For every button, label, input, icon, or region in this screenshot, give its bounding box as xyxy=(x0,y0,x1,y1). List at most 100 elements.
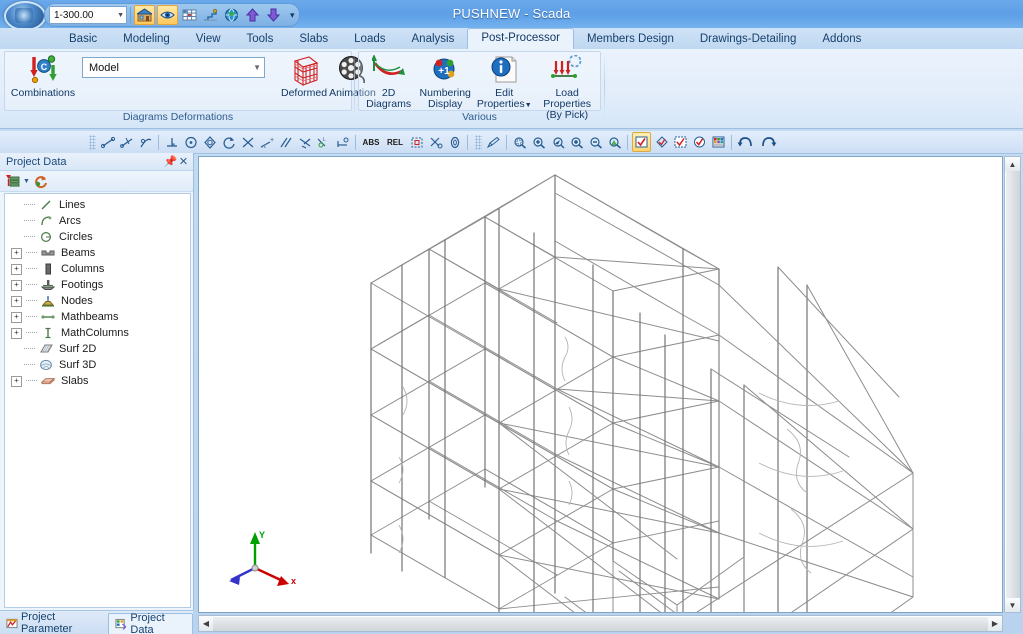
horizontal-scroll-thumb[interactable] xyxy=(213,616,988,631)
node-snap[interactable] xyxy=(201,133,218,151)
tree-item-footings[interactable]: + Footings xyxy=(5,277,190,293)
intersection-snap[interactable] xyxy=(239,133,256,151)
center-snap[interactable] xyxy=(182,133,199,151)
tab-modeling[interactable]: Modeling xyxy=(110,29,183,49)
tab-view[interactable]: View xyxy=(183,29,234,49)
scroll-right-arrow-icon[interactable]: ▶ xyxy=(988,616,1002,631)
scroll-down-arrow-icon[interactable]: ▼ xyxy=(1005,598,1020,612)
edit-pencil-button[interactable] xyxy=(485,133,502,151)
tab-slabs[interactable]: Slabs xyxy=(286,29,341,49)
tree-item-lines[interactable]: Lines xyxy=(5,197,190,213)
tab-basic[interactable]: Basic xyxy=(56,29,110,49)
diagram-curve-icon xyxy=(371,54,406,86)
tree-expander-placeholder xyxy=(11,201,20,210)
tree-item-surf-3d[interactable]: Surf 3D xyxy=(5,357,190,373)
pan-button[interactable] xyxy=(606,133,623,151)
line-tool[interactable] xyxy=(99,133,116,151)
tree-item-mathbeams[interactable]: + Mathbeams xyxy=(5,309,190,325)
filter-tree-button[interactable]: ▼ xyxy=(5,174,30,189)
tree-expander[interactable]: + xyxy=(11,375,22,387)
vertical-scroll-thumb[interactable] xyxy=(1005,171,1020,598)
tree-item-columns[interactable]: + Columns xyxy=(5,261,190,277)
measure-button[interactable] xyxy=(446,133,463,151)
relative-coords-button[interactable]: REL xyxy=(384,133,406,151)
tab-addons[interactable]: Addons xyxy=(809,29,874,49)
tab-drawings-detailing[interactable]: Drawings-Detailing xyxy=(687,29,810,49)
absolute-coords-button[interactable]: ABS xyxy=(360,133,382,151)
grid-data-button[interactable] xyxy=(180,6,199,24)
toolbar-grip[interactable] xyxy=(475,134,482,150)
zoom-previous-button[interactable] xyxy=(549,133,566,151)
selection-box-button[interactable] xyxy=(408,133,425,151)
numbering-display-button[interactable]: +1 Numbering Display xyxy=(415,51,475,110)
zoom-out-button[interactable] xyxy=(587,133,604,151)
viewport-horizontal-scrollbar[interactable]: ◀ ▶ xyxy=(198,615,1003,632)
bottom-tab-project-data[interactable]: Project Data xyxy=(108,612,193,634)
refresh-button[interactable] xyxy=(33,174,49,189)
axis-gizmo: Y x xyxy=(229,528,299,592)
polyline-tool[interactable] xyxy=(118,133,135,151)
perpendicular-snap[interactable] xyxy=(163,133,180,151)
undo-button[interactable] xyxy=(736,133,756,151)
select-by-shape-button[interactable] xyxy=(653,133,670,151)
arc-tool[interactable] xyxy=(137,133,154,151)
application-menu-orb[interactable] xyxy=(4,1,46,31)
tree-expander-placeholder xyxy=(11,361,20,370)
bottom-tab-project-parameter[interactable]: Project Parameter xyxy=(0,611,108,634)
model-combo[interactable]: Model ▼ xyxy=(82,57,265,78)
select-all-button[interactable] xyxy=(632,132,651,152)
tree-expander[interactable]: + xyxy=(11,247,22,259)
midpoint-snap[interactable]: + xyxy=(258,133,275,151)
tab-members-design[interactable]: Members Design xyxy=(574,29,687,49)
zoom-window-button[interactable] xyxy=(511,133,528,151)
deselect-button[interactable] xyxy=(427,133,444,151)
tree-item-slabs[interactable]: + Slabs xyxy=(5,373,190,389)
select-circle-button[interactable] xyxy=(691,133,708,151)
model-3d-viewport[interactable]: Y x xyxy=(198,156,1003,613)
tree-item-circles[interactable]: Circles xyxy=(5,229,190,245)
tree-expander[interactable]: + xyxy=(11,311,22,323)
tree-expander[interactable]: + xyxy=(11,295,22,307)
parallel-snap[interactable] xyxy=(277,133,294,151)
toolbar-grip[interactable] xyxy=(89,134,96,150)
tree-expander[interactable]: + xyxy=(11,279,22,291)
tree-expander[interactable]: + xyxy=(11,327,22,339)
qat-more-button[interactable]: ▾ xyxy=(290,10,295,21)
tree-item-arcs[interactable]: Arcs xyxy=(5,213,190,229)
tab-post-processor[interactable]: Post-Processor xyxy=(467,28,574,49)
zoom-all-button[interactable] xyxy=(530,133,547,151)
scroll-left-arrow-icon[interactable]: ◀ xyxy=(199,616,213,631)
extension-snap[interactable] xyxy=(334,133,351,151)
tab-analysis[interactable]: Analysis xyxy=(399,29,468,49)
level-up-button[interactable] xyxy=(243,6,262,24)
redo-button[interactable] xyxy=(758,133,778,151)
project-data-tree[interactable]: Lines Arcs Circles + Beams + Columns + F… xyxy=(4,193,191,608)
viewport-vertical-scrollbar[interactable]: ▲ ▼ xyxy=(1004,156,1021,613)
render-view-button[interactable] xyxy=(134,5,155,25)
tab-loads[interactable]: Loads xyxy=(341,29,398,49)
globe-view-button[interactable] xyxy=(222,6,241,24)
scroll-up-arrow-icon[interactable]: ▲ xyxy=(1005,157,1020,171)
tree-item-nodes[interactable]: + Nodes xyxy=(5,293,190,309)
pin-icon[interactable]: 📌 xyxy=(164,155,178,168)
select-window-button[interactable] xyxy=(672,133,689,151)
zoom-in-button[interactable] xyxy=(568,133,585,151)
tree-item-surf-2d[interactable]: Surf 2D xyxy=(5,341,190,357)
2d-diagrams-button[interactable]: 2D Diagrams xyxy=(362,51,415,110)
tab-tools[interactable]: Tools xyxy=(234,29,287,49)
combinations-button[interactable]: C Combinations xyxy=(11,51,75,99)
apparent-intersection-snap[interactable] xyxy=(296,133,313,151)
close-icon[interactable]: ✕ xyxy=(177,155,190,168)
level-button[interactable] xyxy=(201,6,220,24)
deformed-button[interactable]: Deformed xyxy=(281,51,327,99)
tree-item-beams[interactable]: + Beams xyxy=(5,245,190,261)
level-down-button[interactable] xyxy=(264,6,283,24)
tree-expander[interactable]: + xyxy=(11,263,22,275)
visibility-button[interactable] xyxy=(157,5,178,25)
nearest-snap[interactable]: L xyxy=(315,133,332,151)
tree-item-mathcolumns[interactable]: + MathColumns xyxy=(5,325,190,341)
select-table-button[interactable] xyxy=(710,133,727,151)
rotate-tool[interactable] xyxy=(220,133,237,151)
edit-properties-button[interactable]: Edit Properties▼ xyxy=(475,51,533,111)
scale-combo[interactable]: 1-300.00 ▼ xyxy=(49,6,127,24)
